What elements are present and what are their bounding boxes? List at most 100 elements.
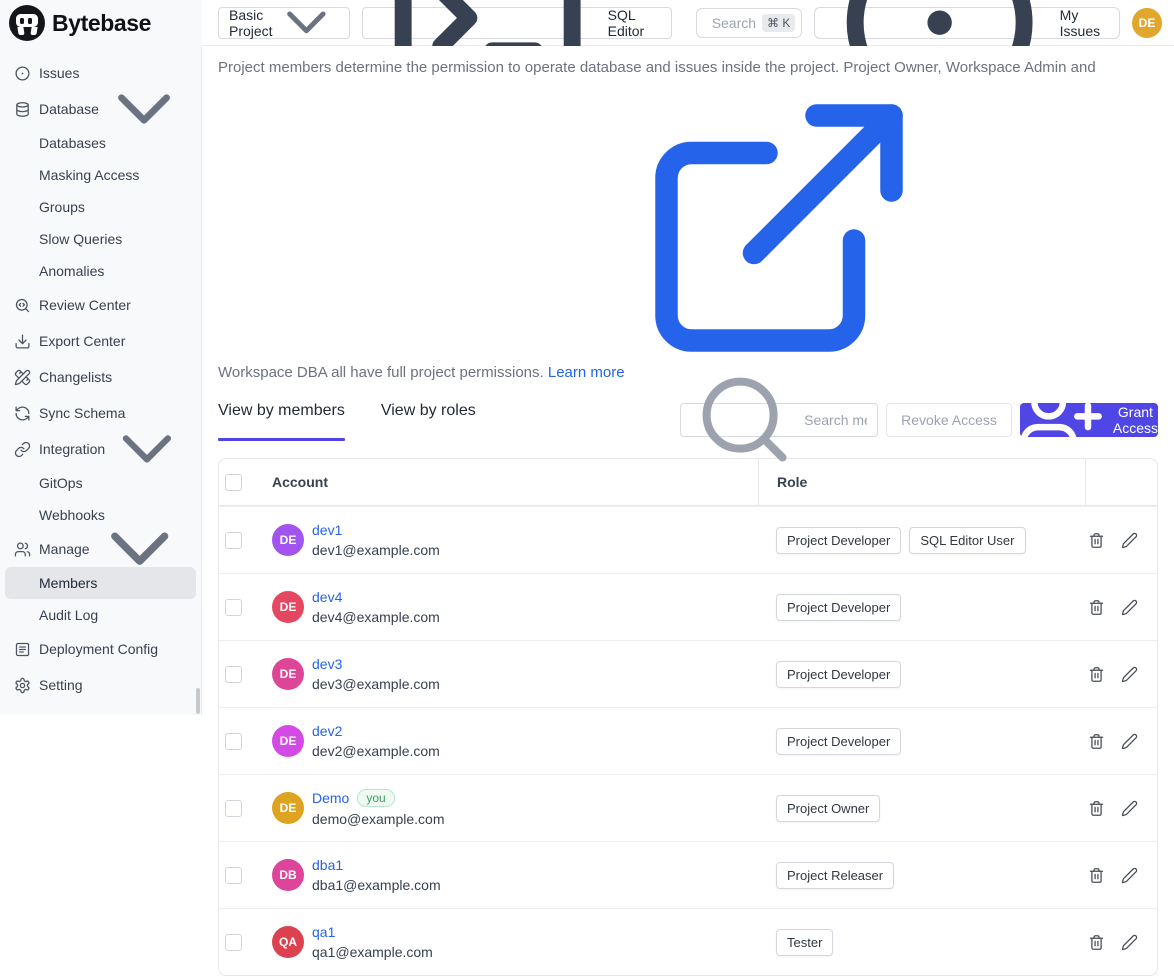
trash-icon [1088, 867, 1105, 884]
sidebar-item-slow-queries[interactable]: Slow Queries [0, 223, 201, 255]
sidebar-item-export-center[interactable]: Export Center [0, 323, 201, 359]
sidebar-item-label: Manage [39, 541, 90, 557]
role-badge: Project Developer [776, 728, 901, 755]
sidebar-item-label: Setting [39, 677, 83, 693]
pencil-icon [1121, 666, 1138, 683]
trash-icon [1088, 934, 1105, 951]
top-bar-actions: Basic Project SQL Editor Search ⌘ K My I… [202, 0, 1174, 46]
avatar: DE [272, 524, 304, 556]
members-toolbar: View by members View by roles Revoke Acc… [218, 397, 1158, 443]
edit-member-button[interactable] [1121, 733, 1138, 750]
select-all-checkbox[interactable] [225, 474, 242, 491]
members-description: Project members determine the permission… [218, 58, 1153, 383]
row-checkbox[interactable] [225, 532, 242, 549]
sidebar-item-groups[interactable]: Groups [0, 191, 201, 223]
member-name-link[interactable]: dev2 [312, 723, 342, 739]
row-checkbox[interactable] [225, 666, 242, 683]
gear-icon [14, 677, 31, 694]
edit-member-button[interactable] [1121, 867, 1138, 884]
member-name-link[interactable]: dev1 [312, 522, 342, 538]
search-member-input[interactable] [804, 412, 867, 428]
chevron-down-icon[interactable] [105, 407, 189, 491]
member-name-link[interactable]: dba1 [312, 857, 343, 873]
global-search[interactable]: Search ⌘ K [696, 8, 803, 38]
avatar: DE [272, 792, 304, 824]
sidebar-item-setting[interactable]: Setting [0, 667, 201, 703]
sidebar-scrollbar[interactable] [196, 688, 200, 714]
sql-editor-button[interactable]: SQL Editor [362, 7, 671, 39]
row-checkbox[interactable] [225, 733, 242, 750]
view-tabs: View by members View by roles [218, 397, 476, 443]
delete-member-button[interactable] [1088, 532, 1105, 549]
row-checkbox[interactable] [225, 867, 242, 884]
edit-member-button[interactable] [1121, 666, 1138, 683]
tab-view-by-members[interactable]: View by members [218, 397, 345, 443]
sidebar-item-changelists[interactable]: Changelists [0, 359, 201, 395]
edit-member-button[interactable] [1121, 532, 1138, 549]
delete-member-button[interactable] [1088, 733, 1105, 750]
trash-icon [1088, 532, 1105, 549]
row-checkbox[interactable] [225, 800, 242, 817]
table-row: DEdev3dev3@example.comProject Developer [219, 640, 1157, 707]
sidebar-item-label: GitOps [39, 475, 83, 491]
search-icon [691, 366, 798, 473]
sidebar-item-database[interactable]: Database [0, 91, 201, 127]
bytebase-logo-icon [9, 5, 45, 41]
member-name-link[interactable]: qa1 [312, 924, 335, 940]
brand-area: Bytebase [0, 0, 202, 46]
edit-member-button[interactable] [1121, 934, 1138, 951]
delete-member-button[interactable] [1088, 599, 1105, 616]
chevron-down-icon[interactable] [90, 499, 189, 598]
member-name-link[interactable]: dev4 [312, 589, 342, 605]
sidebar-item-label: Members [39, 575, 97, 591]
sidebar-item-audit-log[interactable]: Audit Log [0, 599, 201, 631]
database-icon [14, 101, 31, 118]
member-email: demo@example.com [312, 811, 445, 827]
delete-member-button[interactable] [1088, 800, 1105, 817]
user-avatar[interactable]: DE [1132, 8, 1162, 38]
my-issues-label: My Issues [1060, 7, 1107, 39]
pencil-icon [1121, 800, 1138, 817]
chevron-down-icon[interactable] [99, 64, 189, 154]
sidebar: IssuesDatabaseDatabasesMasking AccessGro… [0, 46, 202, 715]
edit-member-button[interactable] [1121, 599, 1138, 616]
role-badge: Project Developer [776, 661, 901, 688]
top-bar: Bytebase Basic Project SQL Editor Search… [0, 0, 1174, 46]
sidebar-item-label: Deployment Config [39, 641, 158, 657]
users-icon [14, 541, 31, 558]
table-row: DEdev1dev1@example.comProject DeveloperS… [219, 506, 1157, 573]
sidebar-item-label: Export Center [39, 333, 125, 349]
app-window: Bytebase Basic Project SQL Editor Search… [0, 0, 1174, 715]
member-name-link[interactable]: Demo [312, 790, 349, 806]
grant-access-button[interactable]: Grant Access [1020, 403, 1158, 437]
avatar: DE [272, 591, 304, 623]
member-email: dev3@example.com [312, 676, 440, 692]
revoke-access-button[interactable]: Revoke Access [886, 403, 1012, 437]
delete-member-button[interactable] [1088, 934, 1105, 951]
trash-icon [1088, 666, 1105, 683]
sidebar-item-manage[interactable]: Manage [0, 531, 201, 567]
delete-member-button[interactable] [1088, 666, 1105, 683]
row-checkbox[interactable] [225, 934, 242, 951]
row-checkbox[interactable] [225, 599, 242, 616]
member-name-link[interactable]: dev3 [312, 656, 342, 672]
tab-view-by-roles[interactable]: View by roles [381, 397, 476, 443]
my-issues-button[interactable]: My Issues [814, 7, 1120, 39]
sidebar-item-anomalies[interactable]: Anomalies [0, 255, 201, 287]
user-plus-icon [1020, 377, 1106, 463]
grant-access-label: Grant Access [1113, 404, 1158, 436]
edit-member-button[interactable] [1121, 800, 1138, 817]
sidebar-item-label: Databases [39, 135, 106, 151]
project-select[interactable]: Basic Project [218, 7, 350, 39]
sidebar-item-review-center[interactable]: Review Center [0, 287, 201, 323]
sidebar-item-integration[interactable]: Integration [0, 431, 201, 467]
toolbar-controls: Revoke Access Grant Access [680, 403, 1158, 437]
trash-icon [1088, 800, 1105, 817]
sidebar-item-deployment-config[interactable]: Deployment Config [0, 631, 201, 667]
you-badge: you [357, 789, 394, 807]
member-email: dev2@example.com [312, 743, 440, 759]
pencil-icon [1121, 867, 1138, 884]
sidebar-item-masking-access[interactable]: Masking Access [0, 159, 201, 191]
delete-member-button[interactable] [1088, 867, 1105, 884]
avatar: DB [272, 859, 304, 891]
